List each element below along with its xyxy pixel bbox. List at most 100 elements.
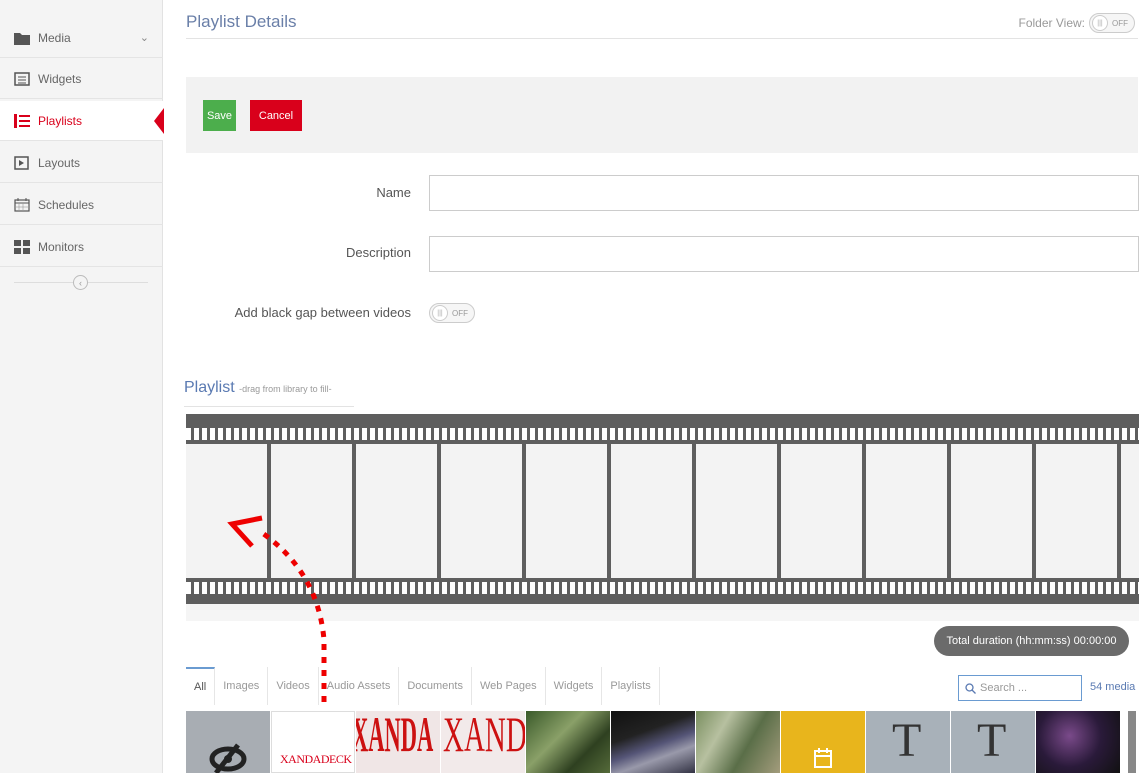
- film-hole: [666, 582, 671, 594]
- media-thumbnail[interactable]: [781, 711, 865, 773]
- film-hole: [754, 428, 759, 440]
- media-count: 54 media: [1090, 681, 1136, 693]
- sidebar-item-playlists[interactable]: Playlists: [0, 101, 164, 141]
- film-hole: [362, 582, 367, 594]
- film-footer: [186, 604, 1139, 621]
- film-hole: [362, 428, 367, 440]
- cancel-button[interactable]: Cancel: [250, 100, 302, 131]
- film-hole: [202, 582, 207, 594]
- film-frame-slot[interactable]: [526, 444, 607, 578]
- media-thumbnail[interactable]: [696, 711, 780, 773]
- folder-view-state: OFF: [1112, 18, 1128, 28]
- sidebar-item-monitors[interactable]: Monitors: [0, 227, 163, 267]
- film-hole: [290, 582, 295, 594]
- film-hole: [746, 428, 751, 440]
- tab-all[interactable]: All: [186, 667, 216, 705]
- tab-documents[interactable]: Documents: [399, 667, 472, 705]
- media-thumbnail[interactable]: T: [951, 711, 1035, 773]
- sidebar-item-media[interactable]: Media ⌄: [0, 18, 163, 58]
- film-frame-slot[interactable]: [356, 444, 437, 578]
- film-hole: [826, 582, 831, 594]
- description-field[interactable]: [429, 236, 1139, 272]
- film-hole: [210, 428, 215, 440]
- media-thumbnail[interactable]: XANDADECK: [271, 711, 355, 773]
- film-hole: [1034, 428, 1039, 440]
- film-frame-slot[interactable]: [271, 444, 352, 578]
- film-frame-slot[interactable]: [951, 444, 1032, 578]
- media-thumbnail[interactable]: [1036, 711, 1120, 773]
- film-hole: [210, 582, 215, 594]
- tab-videos[interactable]: Videos: [268, 667, 319, 705]
- film-hole: [1050, 582, 1055, 594]
- playlist-heading: Playlist -drag from library to fill-: [184, 379, 332, 397]
- film-hole: [642, 428, 647, 440]
- tab-widgets[interactable]: Widgets: [545, 667, 603, 705]
- film-hole: [498, 428, 503, 440]
- film-frame-slot[interactable]: [1036, 444, 1117, 578]
- film-hole: [818, 428, 823, 440]
- film-hole: [1074, 582, 1079, 594]
- film-frame-slot[interactable]: [696, 444, 777, 578]
- xanda-thumb-text: XANDA: [443, 711, 525, 762]
- header-divider: [186, 38, 1138, 39]
- sidebar-item-schedules[interactable]: Schedules: [0, 185, 163, 225]
- chevron-down-icon[interactable]: ⌄: [140, 31, 149, 44]
- film-hole: [658, 428, 663, 440]
- playlist-dropzone[interactable]: [186, 414, 1139, 606]
- film-frame-slot[interactable]: [866, 444, 947, 578]
- film-hole: [802, 428, 807, 440]
- save-button[interactable]: Save: [203, 100, 236, 131]
- media-thumbnail[interactable]: [611, 711, 695, 773]
- sidebar-item-label: Layouts: [38, 155, 81, 170]
- film-hole: [1042, 582, 1047, 594]
- film-hole: [1122, 582, 1127, 594]
- tab-web-pages[interactable]: Web Pages: [471, 667, 546, 705]
- black-gap-toggle[interactable]: ||| OFF: [429, 303, 475, 323]
- tab-audio-assets[interactable]: Audio Assets: [318, 667, 400, 705]
- film-hole: [306, 428, 311, 440]
- folder-view-toggle[interactable]: ||| OFF: [1089, 13, 1135, 33]
- film-hole: [386, 582, 391, 594]
- tab-playlists[interactable]: Playlists: [602, 667, 660, 705]
- sidebar-item-widgets[interactable]: Widgets: [0, 59, 163, 99]
- film-hole: [1114, 582, 1119, 594]
- film-hole: [562, 582, 567, 594]
- film-hole: [762, 428, 767, 440]
- film-hole: [498, 582, 503, 594]
- film-hole: [610, 582, 615, 594]
- film-frame-slot[interactable]: [441, 444, 522, 578]
- film-frame-slot[interactable]: [781, 444, 862, 578]
- film-hole: [698, 428, 703, 440]
- library-scrollbar[interactable]: [1128, 711, 1136, 773]
- description-label: Description: [345, 245, 411, 260]
- film-frame-slot[interactable]: [611, 444, 692, 578]
- media-thumbnail[interactable]: XANDA: [356, 711, 440, 773]
- media-search-input[interactable]: Search ...: [958, 675, 1082, 701]
- name-field[interactable]: [429, 175, 1139, 211]
- film-hole: [538, 428, 543, 440]
- film-hole: [634, 582, 639, 594]
- media-thumbnail[interactable]: [186, 711, 270, 773]
- media-thumbnail[interactable]: [526, 711, 610, 773]
- film-hole: [674, 582, 679, 594]
- film-hole: [810, 582, 815, 594]
- film-hole: [890, 428, 895, 440]
- sidebar: Media ⌄ Widgets Playlists Layouts Schedu…: [0, 0, 164, 773]
- film-frame-slot[interactable]: [186, 444, 267, 578]
- sidebar-item-layouts[interactable]: Layouts: [0, 143, 163, 183]
- film-hole: [954, 582, 959, 594]
- toggle-knob: |||: [432, 305, 448, 321]
- collapse-sidebar-button[interactable]: ‹: [73, 275, 88, 290]
- tab-images[interactable]: Images: [215, 667, 269, 705]
- media-thumbnail[interactable]: T: [866, 711, 950, 773]
- film-hole: [874, 582, 879, 594]
- film-hole: [474, 582, 479, 594]
- film-hole: [258, 428, 263, 440]
- film-hole: [578, 582, 583, 594]
- film-frame-slot[interactable]: [1121, 444, 1139, 578]
- film-hole: [786, 428, 791, 440]
- media-thumbnail[interactable]: XANDA: [441, 711, 525, 773]
- film-hole: [682, 428, 687, 440]
- film-hole: [570, 428, 575, 440]
- film-hole: [610, 428, 615, 440]
